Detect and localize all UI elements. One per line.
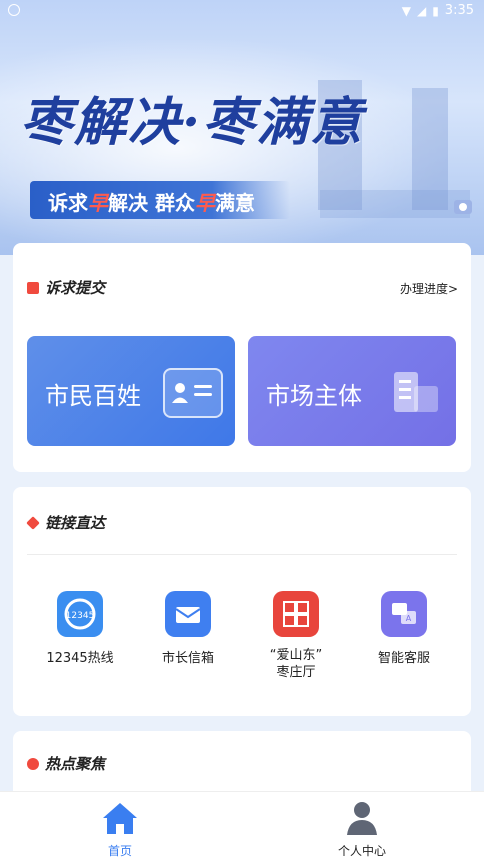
link-smart-service[interactable]: A 智能客服 — [350, 591, 458, 666]
progress-link[interactable]: 办理进度> — [400, 280, 458, 297]
svg-text:12345: 12345 — [66, 611, 95, 621]
wifi-icon: ▼ — [401, 3, 411, 18]
link-aishandong-label: “爱山东” 枣庄厅 — [269, 648, 323, 680]
hero-banner: 枣解决·枣满意 诉求早解决 群众早满意 — [0, 0, 484, 255]
market-tile[interactable]: 市场主体 — [248, 336, 456, 446]
aishandong-logo-icon — [273, 591, 319, 637]
camera-icon[interactable] — [454, 200, 472, 214]
person-icon — [343, 800, 381, 836]
links-divider — [27, 554, 457, 555]
link-mayor-mailbox[interactable]: 市长信箱 — [134, 591, 242, 666]
tab-home[interactable]: 首页 — [60, 800, 180, 859]
chat-translate-icon: A — [381, 591, 427, 637]
banner-subtitle: 诉求早解决 群众早满意 — [48, 191, 255, 215]
citizen-tile-label: 市民百姓 — [45, 382, 141, 410]
hot-section-title: 热点聚焦 — [27, 753, 105, 774]
target-icon — [27, 757, 39, 770]
link-smart-service-label: 智能客服 — [377, 651, 430, 666]
links-section-title: 链接直达 — [26, 512, 105, 533]
notification-icon — [8, 4, 20, 16]
link-12345-label: 12345热线 — [46, 651, 114, 666]
bottom-tab-bar: 首页 个人中心 — [0, 791, 484, 862]
signal-icon: ◢ — [416, 3, 427, 18]
market-tile-label: 市场主体 — [266, 382, 362, 410]
svg-text:A: A — [406, 614, 412, 623]
link-mayor-mailbox-label: 市长信箱 — [161, 651, 214, 666]
submit-section-title: 诉求提交 — [27, 277, 105, 298]
citizen-tile[interactable]: 市民百姓 — [27, 336, 235, 446]
tab-profile[interactable]: 个人中心 — [302, 800, 422, 859]
status-bar: ▼ ◢ ▮ 3:35 — [0, 0, 484, 22]
building-icon — [388, 368, 444, 414]
mail-icon — [165, 591, 211, 637]
tab-profile-label: 个人中心 — [337, 844, 386, 858]
battery-icon: ▮ — [432, 3, 439, 18]
hotline-12345-icon: 12345 — [57, 591, 103, 637]
id-card-icon — [163, 368, 223, 418]
tab-home-label: 首页 — [107, 844, 132, 858]
link-aishandong[interactable]: “爱山东” 枣庄厅 — [242, 591, 350, 681]
edit-doc-icon — [27, 281, 39, 294]
submit-card: 诉求提交 办理进度> 市民百姓 市场主体 — [13, 243, 471, 472]
banner-building-3 — [320, 190, 470, 218]
layers-icon — [26, 515, 40, 530]
home-icon — [101, 800, 139, 836]
status-time: 3:35 — [444, 3, 474, 18]
banner-slogan: 枣解决·枣满意 — [20, 92, 365, 153]
link-12345-hotline[interactable]: 12345 12345热线 — [26, 591, 134, 666]
links-card: 链接直达 12345 12345热线 市长信箱 “爱山东” 枣庄厅 A 智能客服 — [13, 487, 471, 716]
